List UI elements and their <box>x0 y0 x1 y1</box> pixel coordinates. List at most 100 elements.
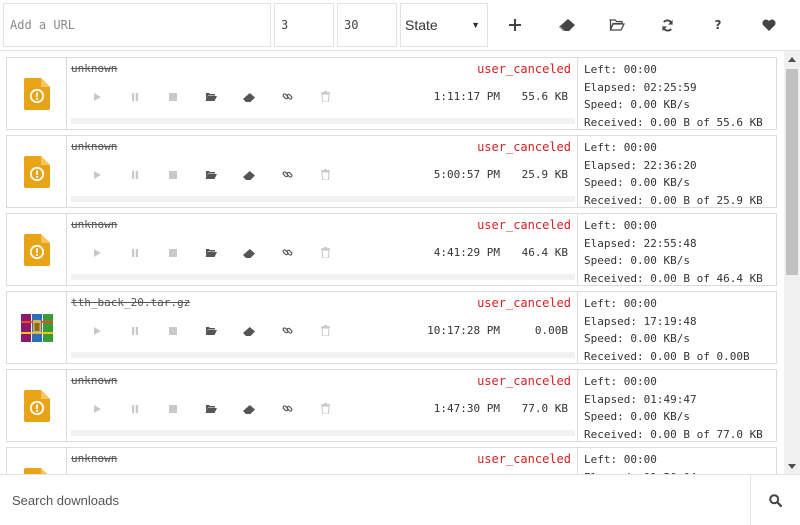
scroll-down-arrow-icon[interactable] <box>784 458 800 474</box>
pause-button[interactable] <box>127 166 143 182</box>
url-input[interactable] <box>3 3 271 47</box>
eraser-button[interactable] <box>241 400 257 416</box>
progress-bar <box>71 196 575 202</box>
play-icon <box>92 321 102 340</box>
stop-button[interactable] <box>165 166 181 182</box>
file-name[interactable]: unknown <box>71 218 117 231</box>
download-item[interactable]: unknown user_canceled 1:47:30 PM 77.0 KB Lef… <box>6 369 777 442</box>
add-button[interactable] <box>495 3 535 47</box>
stop-icon <box>168 243 178 262</box>
file-name[interactable]: unknown <box>71 374 117 387</box>
state-select[interactable]: State ▼ <box>400 3 488 47</box>
folder-button[interactable] <box>203 322 219 338</box>
trash-button[interactable] <box>317 88 333 104</box>
eraser-icon <box>243 243 255 262</box>
pause-icon <box>130 399 140 418</box>
progress-bar <box>71 352 575 358</box>
retry-count-input[interactable] <box>337 3 397 47</box>
download-time: 10:17:28 PM <box>427 324 500 337</box>
file-size: 46.4 KB <box>521 246 568 259</box>
folder-icon <box>205 321 217 340</box>
download-item[interactable]: unknown user_canceled 4:41:29 PM 46.4 KB Lef… <box>6 213 777 286</box>
link-icon <box>282 321 293 340</box>
download-item[interactable]: unknown user_canceled 5:00:57 PM 25.9 KB Lef… <box>6 135 777 208</box>
pause-button[interactable] <box>127 400 143 416</box>
pause-icon <box>130 243 140 262</box>
trash-button[interactable] <box>317 400 333 416</box>
download-item[interactable]: tth_back_20.tar.gz user_canceled 10:17:28 … <box>6 291 777 364</box>
generic-file-icon <box>23 389 50 422</box>
download-item[interactable]: unknown user_canceled Left: 00:00Elapsed: … <box>6 447 777 474</box>
folder-button[interactable] <box>203 166 219 182</box>
play-button[interactable] <box>89 166 105 182</box>
bytes-received: Received: 0.00 B of 0.00B <box>584 349 750 363</box>
plus-icon <box>509 19 521 31</box>
status-label: user_canceled <box>477 62 571 76</box>
link-button[interactable] <box>279 400 295 416</box>
play-button[interactable] <box>89 244 105 260</box>
scrollbar-thumb[interactable] <box>786 69 798 275</box>
trash-icon <box>320 243 330 262</box>
generic-file-icon <box>23 233 50 266</box>
play-button[interactable] <box>89 322 105 338</box>
link-icon <box>282 165 293 184</box>
stop-icon <box>168 165 178 184</box>
favorite-button[interactable] <box>749 3 789 47</box>
play-button[interactable] <box>89 400 105 416</box>
link-button[interactable] <box>279 322 295 338</box>
time-elapsed: Elapsed: 01:49:47 <box>584 392 697 406</box>
search-input[interactable] <box>0 475 750 525</box>
eraser-button[interactable] <box>241 88 257 104</box>
eraser-button[interactable] <box>241 166 257 182</box>
file-type-icon-cell <box>7 292 67 363</box>
eraser-button[interactable] <box>241 322 257 338</box>
pause-button[interactable] <box>127 244 143 260</box>
stop-button[interactable] <box>165 244 181 260</box>
file-name[interactable]: tth_back_20.tar.gz <box>71 296 190 309</box>
folder-button[interactable] <box>203 244 219 260</box>
stop-button[interactable] <box>165 400 181 416</box>
eraser-button[interactable] <box>241 244 257 260</box>
stop-button[interactable] <box>165 322 181 338</box>
search-button[interactable] <box>750 475 800 525</box>
download-time: 1:47:30 PM <box>433 402 500 415</box>
file-type-icon-cell <box>7 136 67 207</box>
clear-button[interactable] <box>547 3 587 47</box>
open-folder-button[interactable] <box>597 3 637 47</box>
scroll-up-arrow-icon[interactable] <box>784 51 800 67</box>
bytes-received: Received: 0.00 B of 77.0 KB <box>584 427 763 441</box>
download-time: 5:00:57 PM <box>433 168 500 181</box>
progress-bar <box>71 118 575 124</box>
file-name[interactable]: unknown <box>71 62 117 75</box>
time-left: Left: 00:00 <box>584 297 657 310</box>
folder-button[interactable] <box>203 400 219 416</box>
file-name[interactable]: unknown <box>71 452 117 465</box>
link-button[interactable] <box>279 88 295 104</box>
trash-icon <box>320 87 330 106</box>
file-size: 77.0 KB <box>521 402 568 415</box>
scrollbar[interactable] <box>784 51 800 474</box>
eraser-icon <box>243 165 255 184</box>
pause-button[interactable] <box>127 322 143 338</box>
link-button[interactable] <box>279 166 295 182</box>
download-info: Left: 00:00 Elapsed: 01:49:47 Speed: 0.00 … <box>577 370 777 441</box>
link-button[interactable] <box>279 244 295 260</box>
bytes-received: Received: 0.00 B of 46.4 KB <box>584 271 763 285</box>
help-button[interactable]: ? <box>698 3 738 47</box>
download-item[interactable]: unknown user_canceled 1:11:17 PM 55.6 KB Lef… <box>6 57 777 130</box>
folder-open-icon <box>609 19 625 31</box>
trash-icon <box>320 165 330 184</box>
pause-button[interactable] <box>127 88 143 104</box>
concurrent-downloads-input[interactable] <box>274 3 334 47</box>
pause-icon <box>130 87 140 106</box>
trash-button[interactable] <box>317 244 333 260</box>
refresh-icon <box>661 19 673 31</box>
trash-button[interactable] <box>317 322 333 338</box>
file-name[interactable]: unknown <box>71 140 117 153</box>
refresh-button[interactable] <box>647 3 687 47</box>
folder-button[interactable] <box>203 88 219 104</box>
progress-bar <box>71 430 575 436</box>
trash-button[interactable] <box>317 166 333 182</box>
play-button[interactable] <box>89 88 105 104</box>
stop-button[interactable] <box>165 88 181 104</box>
